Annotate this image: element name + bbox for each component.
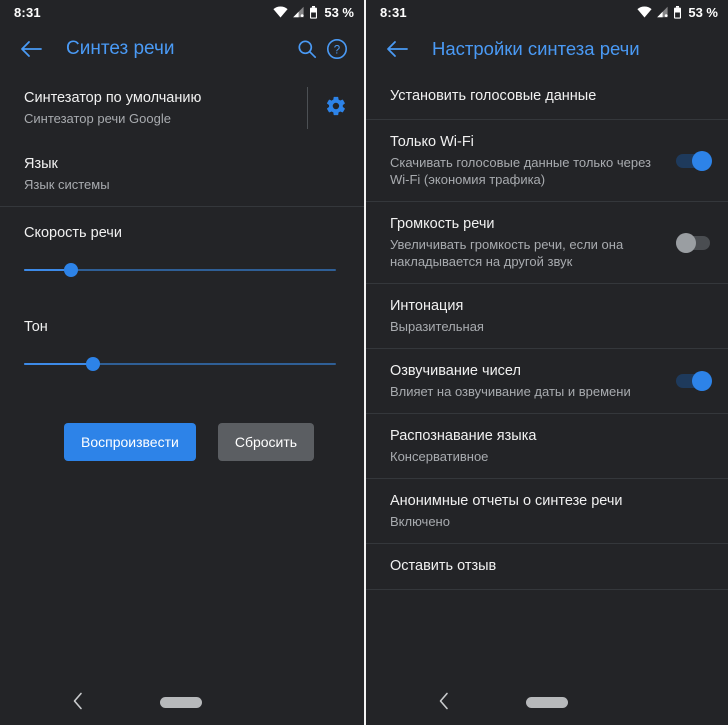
navigation-bar-left xyxy=(0,680,364,725)
switch-thumb xyxy=(692,150,712,171)
toggle-switch[interactable] xyxy=(676,232,712,253)
default-engine-row[interactable]: Синтезатор по умолчанию Синтезатор речи … xyxy=(0,74,364,142)
pitch-slider[interactable] xyxy=(24,355,336,373)
status-icon-group: 53 % xyxy=(273,5,354,20)
left-app-bar: Синтез речи ? xyxy=(0,24,364,74)
list-item-texts: Только Wi-Fi Скачивать голосовые данные т… xyxy=(390,133,662,188)
pitch-label: Тон xyxy=(24,319,48,335)
list-item-title: Только Wi-Fi xyxy=(390,134,474,150)
list-item-subtitle: Консервативное xyxy=(390,449,489,464)
list-item[interactable]: Установить голосовые данные xyxy=(366,74,728,119)
play-button[interactable]: Воспроизвести xyxy=(64,423,196,461)
search-icon xyxy=(297,39,317,59)
list-item[interactable]: Громкость речи Увеличивать громкость речи… xyxy=(366,202,728,283)
dual-screenshot-container: 8:31 53 % Синтез речи ? Синтезатор по ум… xyxy=(0,0,728,725)
default-engine-title: Синтезатор по умолчанию xyxy=(24,90,202,106)
home-pill-icon[interactable] xyxy=(526,697,568,708)
battery-icon xyxy=(309,5,318,19)
list-item-subtitle: Скачивать голосовые данные только через … xyxy=(390,155,651,187)
list-divider xyxy=(366,589,728,590)
list-item-texts: Озвучивание чисел Влияет на озвучивание д… xyxy=(390,362,662,400)
list-item-subtitle: Включено xyxy=(390,514,450,529)
default-engine-subtitle: Синтезатор речи Google xyxy=(24,111,171,126)
list-item[interactable]: Анонимные отчеты о синтезе речи Включено xyxy=(366,479,728,543)
switch-thumb xyxy=(692,371,712,391)
list-item-title: Озвучивание чисел xyxy=(390,363,521,379)
list-item-title: Оставить отзыв xyxy=(390,558,497,574)
right-app-bar: Настройки синтеза речи xyxy=(366,24,728,74)
list-item[interactable]: Оставить отзыв xyxy=(366,544,728,589)
nav-back-button[interactable] xyxy=(432,691,456,715)
right-phone-screen: 8:31 53 % Настройки синтеза речи Установ… xyxy=(364,0,728,725)
arrow-back-icon xyxy=(20,40,42,58)
navigation-bar-right xyxy=(366,680,728,725)
list-item[interactable]: Озвучивание чисел Влияет на озвучивание д… xyxy=(366,349,728,413)
list-item[interactable]: Интонация Выразительная xyxy=(366,284,728,348)
list-item-texts: Оставить отзыв xyxy=(390,557,712,576)
language-row[interactable]: Язык Язык системы xyxy=(0,142,364,206)
engine-settings-button[interactable] xyxy=(308,95,364,122)
speech-rate-slider[interactable] xyxy=(24,261,336,279)
toggle-switch[interactable] xyxy=(676,150,712,171)
list-item-title: Интонация xyxy=(390,298,464,314)
list-item-title: Распознавание языка xyxy=(390,428,537,444)
cellular-signal-icon xyxy=(656,6,669,18)
arrow-back-icon xyxy=(386,40,408,58)
list-item-texts: Установить голосовые данные xyxy=(390,87,712,106)
speech-rate-label: Скорость речи xyxy=(24,225,122,241)
battery-percent-label: 53 % xyxy=(324,4,354,20)
switch-thumb xyxy=(676,232,696,253)
list-item-subtitle: Увеличивать громкость речи, если она нак… xyxy=(390,237,624,269)
list-item-subtitle: Влияет на озвучивание даты и времени xyxy=(390,384,631,399)
slider-thumb[interactable] xyxy=(85,357,100,371)
list-item[interactable]: Распознавание языка Консервативное xyxy=(366,414,728,478)
list-item-texts: Интонация Выразительная xyxy=(390,297,712,335)
page-title-right: Настройки синтеза речи xyxy=(432,38,640,59)
slider-thumb[interactable] xyxy=(63,263,78,277)
slider-fill xyxy=(24,363,93,365)
wifi-icon xyxy=(273,6,288,18)
chevron-back-icon xyxy=(72,692,84,715)
svg-text:?: ? xyxy=(334,44,340,56)
status-icon-group: 53 % xyxy=(637,5,718,20)
search-button[interactable] xyxy=(292,34,322,64)
battery-percent-label: 53 % xyxy=(688,4,718,20)
list-item-texts: Громкость речи Увеличивать громкость речи… xyxy=(390,215,662,270)
help-circle-icon: ? xyxy=(326,38,348,60)
status-bar-left: 8:31 53 % xyxy=(0,0,364,24)
list-item-texts: Анонимные отчеты о синтезе речи Включено xyxy=(390,492,712,530)
pitch-block: Тон xyxy=(0,301,364,395)
back-button-right[interactable] xyxy=(382,34,412,64)
home-pill-icon[interactable] xyxy=(160,697,202,708)
nav-back-button[interactable] xyxy=(66,691,90,715)
cellular-signal-icon xyxy=(292,6,305,18)
status-bar-right: 8:31 53 % xyxy=(366,0,728,24)
help-button[interactable]: ? xyxy=(322,34,352,64)
status-clock: 8:31 xyxy=(380,4,407,20)
list-item-title: Громкость речи xyxy=(390,216,495,232)
speech-rate-block: Скорость речи xyxy=(0,207,364,301)
gear-icon xyxy=(325,95,347,122)
back-button-left[interactable] xyxy=(16,34,46,64)
list-item-subtitle: Выразительная xyxy=(390,319,484,334)
reset-button[interactable]: Сбросить xyxy=(217,423,315,461)
wifi-icon xyxy=(637,6,652,18)
list-item-title: Установить голосовые данные xyxy=(390,88,597,104)
toggle-switch[interactable] xyxy=(676,371,712,391)
list-item[interactable]: Только Wi-Fi Скачивать голосовые данные т… xyxy=(366,120,728,201)
list-item-texts: Распознавание языка Консервативное xyxy=(390,427,712,465)
action-buttons: Воспроизвести Сбросить xyxy=(0,395,364,461)
left-phone-screen: 8:31 53 % Синтез речи ? Синтезатор по ум… xyxy=(0,0,364,725)
language-subtitle: Язык системы xyxy=(24,177,110,192)
status-clock: 8:31 xyxy=(14,4,41,20)
list-item-title: Анонимные отчеты о синтезе речи xyxy=(390,493,623,509)
settings-list: Установить голосовые данные Только Wi-Fi С… xyxy=(366,74,728,590)
chevron-back-icon xyxy=(438,692,450,715)
page-title-left: Синтез речи xyxy=(66,38,175,59)
language-title: Язык xyxy=(24,156,58,172)
battery-icon xyxy=(673,5,682,19)
